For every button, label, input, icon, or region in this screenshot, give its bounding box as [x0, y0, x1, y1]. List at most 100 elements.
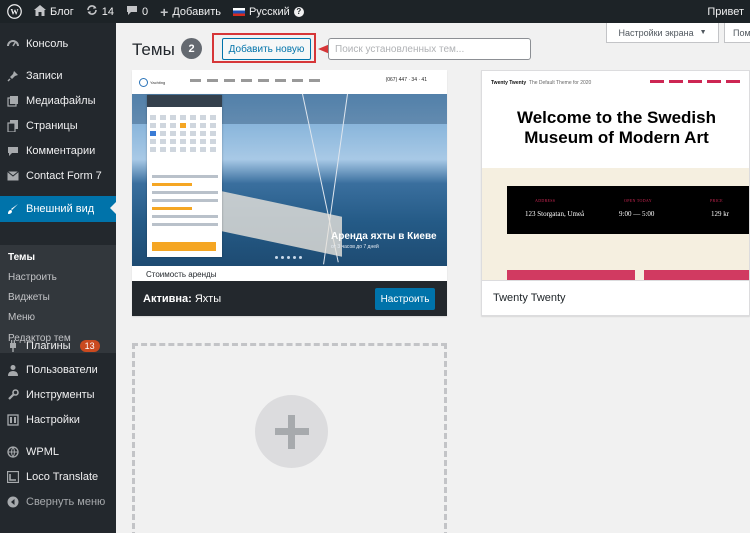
- collapse-icon: [6, 496, 19, 509]
- translate-icon: [6, 471, 19, 484]
- collapse-menu-button[interactable]: Свернуть меню: [0, 490, 116, 514]
- shot-tagline: The Default Theme for 2020: [528, 80, 592, 86]
- shot-brand: Twenty Twenty The Default Theme for 2020: [491, 80, 591, 86]
- help-tab-button[interactable]: Помощь: [724, 23, 750, 43]
- shot-subheadline: от 3 часов до 7 дней: [331, 244, 379, 250]
- screen-options-button[interactable]: Настройки экрана ▼: [606, 23, 719, 43]
- theme-name: Twenty Twenty: [493, 292, 566, 304]
- greeting: Привет: [707, 5, 744, 18]
- menu-tools[interactable]: Инструменты: [0, 383, 116, 407]
- pages-icon: [6, 120, 19, 133]
- language-label: Русский: [248, 5, 290, 18]
- menu-users[interactable]: Пользователи: [0, 358, 116, 382]
- new-content-link[interactable]: + Добавить: [154, 0, 227, 23]
- theme-search-input[interactable]: Поиск установленных тем...: [328, 38, 531, 60]
- plus-icon: +: [160, 3, 169, 20]
- plugins-update-badge: 13: [79, 340, 100, 352]
- site-name-link[interactable]: Блог: [28, 0, 80, 23]
- shot-headline: Аренда яхты в Киеве: [331, 231, 437, 242]
- slider-dots: [275, 256, 302, 259]
- shot-pricing-heading: Стоимость аренды: [132, 266, 447, 281]
- shot-col-label: OPEN TODAY: [624, 198, 652, 203]
- menu-label: Страницы: [26, 120, 78, 132]
- brush-icon: [6, 203, 19, 216]
- menu-comments[interactable]: Комментарии: [0, 139, 116, 163]
- media-icon: [6, 95, 19, 108]
- shot-col-label: ADDRESS: [535, 198, 556, 203]
- submenu-menus[interactable]: Меню: [8, 312, 35, 323]
- account-menu[interactable]: Привет: [701, 0, 750, 23]
- shot-col-value: 129 kr: [711, 210, 730, 218]
- help-label: Помощь: [733, 27, 750, 38]
- menu-loco-translate[interactable]: Loco Translate: [0, 465, 116, 489]
- menu-label: Плагины: [26, 340, 71, 352]
- admin-sidebar: Консоль Записи Медиафайлы Страницы Комме…: [0, 23, 116, 533]
- theme-screenshot: Аренда яхты в Киеве от 3 часов до 7 дней…: [132, 70, 447, 281]
- users-icon: [6, 364, 19, 377]
- shot-col-value: 123 Storgatan, Umeå: [525, 210, 585, 218]
- theme-card-twenty-twenty[interactable]: Twenty Twenty The Default Theme for 2020…: [481, 70, 750, 316]
- menu-settings[interactable]: Настройки: [0, 408, 116, 432]
- svg-text:W: W: [10, 8, 19, 17]
- menu-label: Записи: [26, 70, 63, 82]
- add-new-theme-card[interactable]: [132, 343, 447, 533]
- menu-label: Пользователи: [26, 364, 98, 376]
- customize-button[interactable]: Настроить: [375, 288, 435, 310]
- menu-label: Инструменты: [26, 389, 95, 401]
- updates-link[interactable]: 14: [80, 0, 120, 23]
- settings-icon: [6, 414, 19, 427]
- menu-appearance[interactable]: Внешний вид: [0, 196, 116, 222]
- shot-logo-text: Yachting: [150, 79, 166, 85]
- menu-dashboard[interactable]: Консоль: [0, 32, 116, 56]
- admin-bar: W Блог 14 0 + Добавить Русский ? Привет: [0, 0, 750, 23]
- theme-count-badge: 2: [181, 38, 202, 59]
- screen-options-label: Настройки экрана: [618, 27, 694, 38]
- pin-icon: [6, 70, 19, 83]
- wordpress-logo-icon[interactable]: W: [0, 0, 28, 23]
- mail-icon: [6, 170, 19, 183]
- booking-widget: [147, 95, 222, 257]
- language-switcher[interactable]: Русский ?: [227, 0, 310, 23]
- theme-name: Яхты: [194, 292, 222, 305]
- plus-icon: [255, 395, 328, 468]
- shot-brand-name: Twenty Twenty: [491, 80, 527, 86]
- theme-screenshot: Twenty Twenty The Default Theme for 2020…: [482, 71, 749, 282]
- active-prefix: Активна:: [143, 292, 192, 305]
- add-new-theme-button[interactable]: Добавить новую: [222, 38, 311, 60]
- menu-plugins[interactable]: Плагины 13: [0, 334, 116, 358]
- updates-icon: [86, 4, 98, 19]
- comment-icon: [126, 5, 138, 19]
- shot-col-label: PRICE: [710, 198, 723, 203]
- menu-pages[interactable]: Страницы: [0, 114, 116, 138]
- wrench-icon: [6, 389, 19, 402]
- menu-label: Медиафайлы: [26, 95, 96, 107]
- site-name: Блог: [50, 5, 74, 18]
- theme-card-footer: Активна: Яхты Настроить: [132, 281, 447, 316]
- menu-wpml[interactable]: WPML: [0, 440, 116, 464]
- shot-title-line1: Welcome to the Swedish: [516, 108, 716, 127]
- menu-label: Contact Form 7: [26, 170, 102, 182]
- wpml-icon: [6, 446, 19, 459]
- russian-flag-icon: [232, 7, 245, 16]
- new-content-label: Добавить: [172, 5, 221, 18]
- menu-label: WPML: [26, 446, 59, 458]
- collapse-label: Свернуть меню: [26, 496, 106, 508]
- submenu-themes[interactable]: Темы: [8, 252, 35, 263]
- menu-label: Настройки: [26, 414, 80, 426]
- menu-posts[interactable]: Записи: [0, 64, 116, 88]
- shot-title: Welcome to the Swedish Museum of Modern …: [482, 108, 749, 148]
- menu-label: Loco Translate: [26, 471, 99, 483]
- submenu-customize[interactable]: Настроить: [8, 272, 57, 283]
- shot-info-bar: ADDRESS OPEN TODAY PRICE 123 Storgatan, …: [507, 186, 749, 234]
- menu-media[interactable]: Медиафайлы: [0, 89, 116, 113]
- comments-count: 0: [142, 5, 149, 18]
- submenu-widgets[interactable]: Виджеты: [8, 292, 50, 303]
- plug-icon: [6, 340, 19, 353]
- shot-title-line2: Museum of Modern Art: [524, 128, 709, 147]
- menu-contact-form[interactable]: Contact Form 7: [0, 164, 116, 188]
- comments-link[interactable]: 0: [120, 0, 154, 23]
- menu-label: Консоль: [26, 38, 69, 50]
- theme-card-footer: Twenty Twenty: [482, 280, 749, 315]
- caret-down-icon: ▼: [699, 29, 707, 36]
- theme-card-active[interactable]: Аренда яхты в Киеве от 3 часов до 7 дней…: [132, 70, 447, 316]
